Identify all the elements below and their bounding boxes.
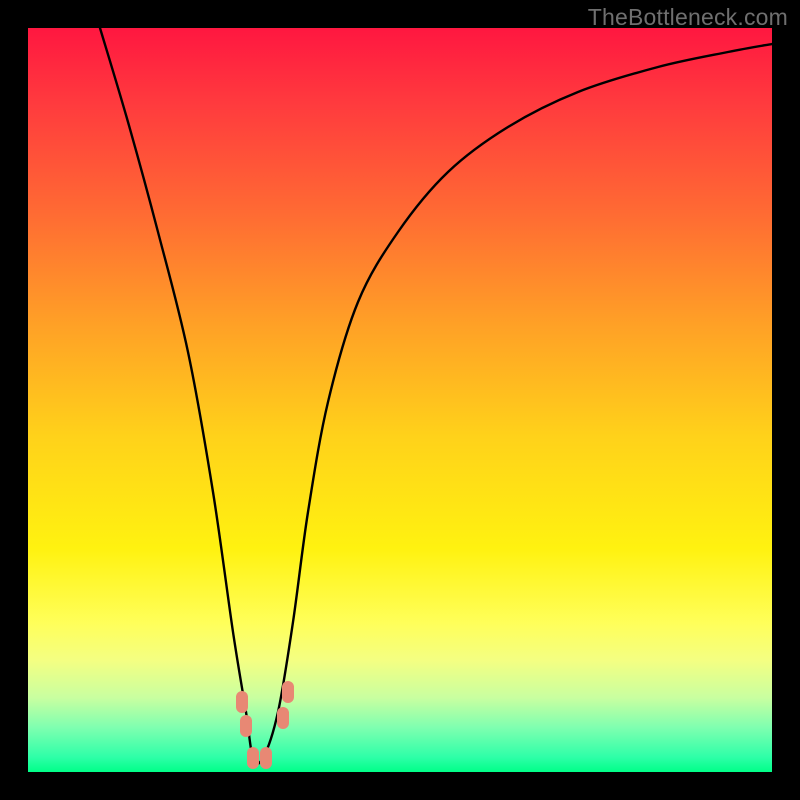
- left-marker-upper: [236, 691, 248, 713]
- plot-area: [28, 28, 772, 772]
- curve-svg: [28, 28, 772, 772]
- markers-group: [236, 681, 294, 769]
- watermark-text: TheBottleneck.com: [588, 4, 788, 31]
- bottleneck-curve: [100, 28, 772, 764]
- bottom-marker-a: [247, 747, 259, 769]
- bottom-marker-b: [260, 747, 272, 769]
- left-marker-lower: [240, 715, 252, 737]
- right-marker-upper: [282, 681, 294, 703]
- chart-frame: TheBottleneck.com: [0, 0, 800, 800]
- right-marker-lower: [277, 707, 289, 729]
